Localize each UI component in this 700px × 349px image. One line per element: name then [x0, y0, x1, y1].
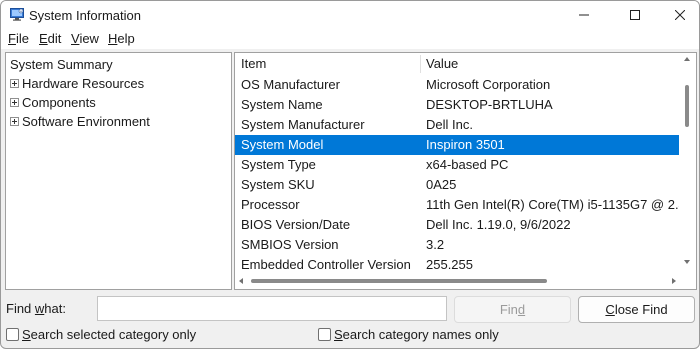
- checkbox-label: earch category names only: [342, 327, 499, 342]
- table-row[interactable]: System Name DESKTOP-BRTLUHA: [235, 95, 680, 115]
- search-category-names-checkbox[interactable]: Search category names only: [318, 327, 499, 342]
- plus-expander-icon[interactable]: [10, 117, 19, 127]
- checkbox-accel: S: [22, 327, 31, 342]
- vertical-scroll-thumb[interactable]: [685, 85, 689, 127]
- cell-item: BIOS Version/Date: [241, 217, 351, 232]
- menu-edit-label: dit: [47, 31, 62, 46]
- scroll-corner: [679, 273, 696, 289]
- cell-item: OS Manufacturer: [241, 77, 340, 92]
- cell-value: Microsoft Corporation: [426, 77, 551, 92]
- title-bar[interactable]: System Information: [1, 1, 699, 29]
- scroll-left-arrow-icon[interactable]: [239, 278, 243, 284]
- cell-value: DESKTOP-BRTLUHA: [426, 97, 553, 112]
- category-tree[interactable]: System Summary Hardware Resources Compon…: [5, 52, 232, 290]
- scroll-down-arrow-icon[interactable]: [684, 260, 690, 264]
- table-row-selected[interactable]: System Model Inspiron 3501: [235, 135, 680, 155]
- find-what-label: Find what:: [6, 301, 66, 316]
- table-row[interactable]: SMBIOS Version 3.2: [235, 235, 680, 255]
- table-row[interactable]: System Type x64-based PC: [235, 155, 680, 175]
- column-header-item[interactable]: Item: [241, 56, 266, 71]
- table-row[interactable]: BIOS Version/Date Dell Inc. 1.19.0, 9/6/2…: [235, 215, 680, 235]
- tree-item-label: Hardware Resources: [22, 76, 145, 91]
- cell-item: SMBIOS Version: [241, 237, 339, 252]
- cell-value: 11th Gen Intel(R) Core(TM) i5-1135G7 @ 2…: [426, 197, 697, 212]
- checkbox-box[interactable]: [6, 328, 19, 341]
- details-list[interactable]: Item Value OS Manufacturer Microsoft Corp…: [234, 52, 697, 290]
- checkbox-accel: S: [334, 327, 343, 342]
- tree-item-system-summary[interactable]: System Summary: [10, 55, 113, 74]
- find-button-accel: d: [517, 302, 526, 317]
- scroll-right-arrow-icon[interactable]: [672, 278, 676, 284]
- column-divider[interactable]: [420, 55, 421, 73]
- minimize-icon: [579, 14, 589, 16]
- checkbox-box[interactable]: [318, 328, 331, 341]
- minimize-button[interactable]: [561, 1, 607, 29]
- menu-bar: File Edit View Help: [1, 29, 699, 49]
- cell-value: x64-based PC: [426, 157, 509, 172]
- horizontal-scroll-thumb[interactable]: [251, 279, 547, 283]
- find-button-middle: in: [507, 302, 518, 317]
- tree-item-software-environment[interactable]: Software Environment: [10, 112, 150, 131]
- menu-edit[interactable]: Edit: [39, 31, 61, 46]
- table-row[interactable]: System SKU 0A25: [235, 175, 680, 195]
- menu-help-accel: H: [108, 31, 118, 46]
- menu-file-label: ile: [15, 31, 29, 46]
- find-button-prefix: F: [499, 302, 508, 317]
- system-information-window: System Information File Edit View Help S…: [0, 0, 700, 349]
- menu-file[interactable]: File: [8, 31, 29, 46]
- horizontal-scrollbar[interactable]: [235, 273, 680, 289]
- vertical-scrollbar[interactable]: [679, 53, 696, 273]
- menu-view-label: iew: [79, 31, 99, 46]
- cell-item: System Name: [241, 97, 323, 112]
- cell-value: Inspiron 3501: [426, 137, 505, 152]
- table-row[interactable]: Processor 11th Gen Intel(R) Core(TM) i5-1…: [235, 195, 696, 215]
- find-label-accel: w: [34, 301, 45, 316]
- cell-item: Processor: [241, 197, 300, 212]
- find-label-rest: hat:: [44, 301, 66, 316]
- close-find-label: lose Find: [614, 302, 668, 317]
- table-row[interactable]: Embedded Controller Version 255.255: [235, 255, 680, 275]
- cell-value: Dell Inc.: [426, 117, 473, 132]
- close-icon: [675, 10, 685, 20]
- cell-item: Embedded Controller Version: [241, 257, 411, 272]
- search-selected-category-checkbox[interactable]: Search selected category only: [6, 327, 196, 342]
- system-information-icon: [10, 8, 24, 21]
- maximize-button[interactable]: [612, 1, 658, 29]
- cell-item: System Model: [241, 137, 324, 152]
- window-title: System Information: [29, 8, 141, 23]
- find-what-input[interactable]: [97, 296, 447, 321]
- cell-item: System Type: [241, 157, 316, 172]
- menu-help[interactable]: Help: [108, 31, 135, 46]
- tree-item-label: Components: [22, 95, 96, 110]
- cell-item: System SKU: [241, 177, 315, 192]
- cell-value: 255.255: [426, 257, 473, 272]
- tree-item-hardware-resources[interactable]: Hardware Resources: [10, 74, 144, 93]
- list-header: Item Value: [235, 53, 680, 75]
- close-find-accel: C: [605, 302, 615, 317]
- close-find-button[interactable]: Close Find: [578, 296, 695, 323]
- find-button[interactable]: Fin d: [454, 296, 571, 323]
- tree-item-label: Software Environment: [22, 114, 150, 129]
- menu-edit-accel: E: [39, 31, 48, 46]
- cell-value: Dell Inc. 1.19.0, 9/6/2022: [426, 217, 571, 232]
- list-rows: OS Manufacturer Microsoft Corporation Sys…: [235, 75, 696, 275]
- checkbox-label: earch selected category only: [30, 327, 197, 342]
- plus-expander-icon[interactable]: [10, 98, 19, 108]
- menu-file-accel: F: [8, 31, 16, 46]
- plus-expander-icon[interactable]: [10, 79, 19, 89]
- find-label-prefix: Find: [6, 301, 35, 316]
- tree-item-components[interactable]: Components: [10, 93, 96, 112]
- column-header-value[interactable]: Value: [426, 56, 458, 71]
- cell-item: System Manufacturer: [241, 117, 365, 132]
- cell-value: 0A25: [426, 177, 457, 192]
- menu-view[interactable]: View: [71, 31, 99, 46]
- cell-value: 3.2: [426, 237, 445, 252]
- table-row[interactable]: System Manufacturer Dell Inc.: [235, 115, 680, 135]
- close-button[interactable]: [657, 1, 699, 29]
- maximize-icon: [630, 10, 640, 20]
- table-row[interactable]: OS Manufacturer Microsoft Corporation: [235, 75, 680, 95]
- scroll-up-arrow-icon[interactable]: [684, 57, 690, 61]
- menu-help-label: elp: [117, 31, 135, 46]
